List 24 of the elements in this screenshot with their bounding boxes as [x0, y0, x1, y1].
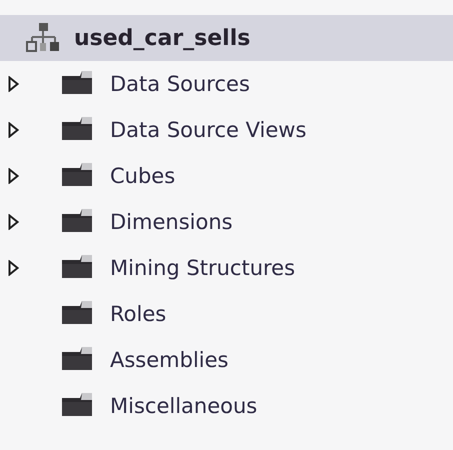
folder-icon [60, 298, 94, 326]
folder-icon [60, 160, 94, 188]
tree-item-label[interactable]: Dimensions [110, 210, 233, 234]
expand-arrow-icon[interactable] [8, 122, 19, 138]
folder-icon [60, 206, 94, 234]
tree-item-label[interactable]: Cubes [110, 164, 176, 188]
hierarchy-icon [26, 21, 60, 55]
expand-arrow-icon[interactable] [8, 214, 19, 230]
folder-icon [60, 252, 94, 280]
tree-root-row[interactable]: used_car_sells [0, 15, 453, 61]
tree-root-label: used_car_sells [74, 26, 250, 50]
tree-item-label[interactable]: Data Sources [110, 72, 250, 96]
expand-arrow-icon[interactable] [8, 168, 19, 184]
expand-arrow-icon[interactable] [8, 260, 19, 276]
tree-item-label[interactable]: Data Source Views [110, 118, 306, 142]
folder-icon [60, 114, 94, 142]
tree-item-label[interactable]: Mining Structures [110, 256, 296, 280]
tree-item-label[interactable]: Miscellaneous [110, 394, 258, 418]
expand-arrow-icon[interactable] [8, 76, 19, 92]
tree-item-label[interactable]: Roles [110, 302, 166, 326]
folder-icon [60, 344, 94, 372]
folder-icon [60, 68, 94, 96]
folder-icon [60, 390, 94, 418]
tree-item-label[interactable]: Assemblies [110, 348, 228, 372]
